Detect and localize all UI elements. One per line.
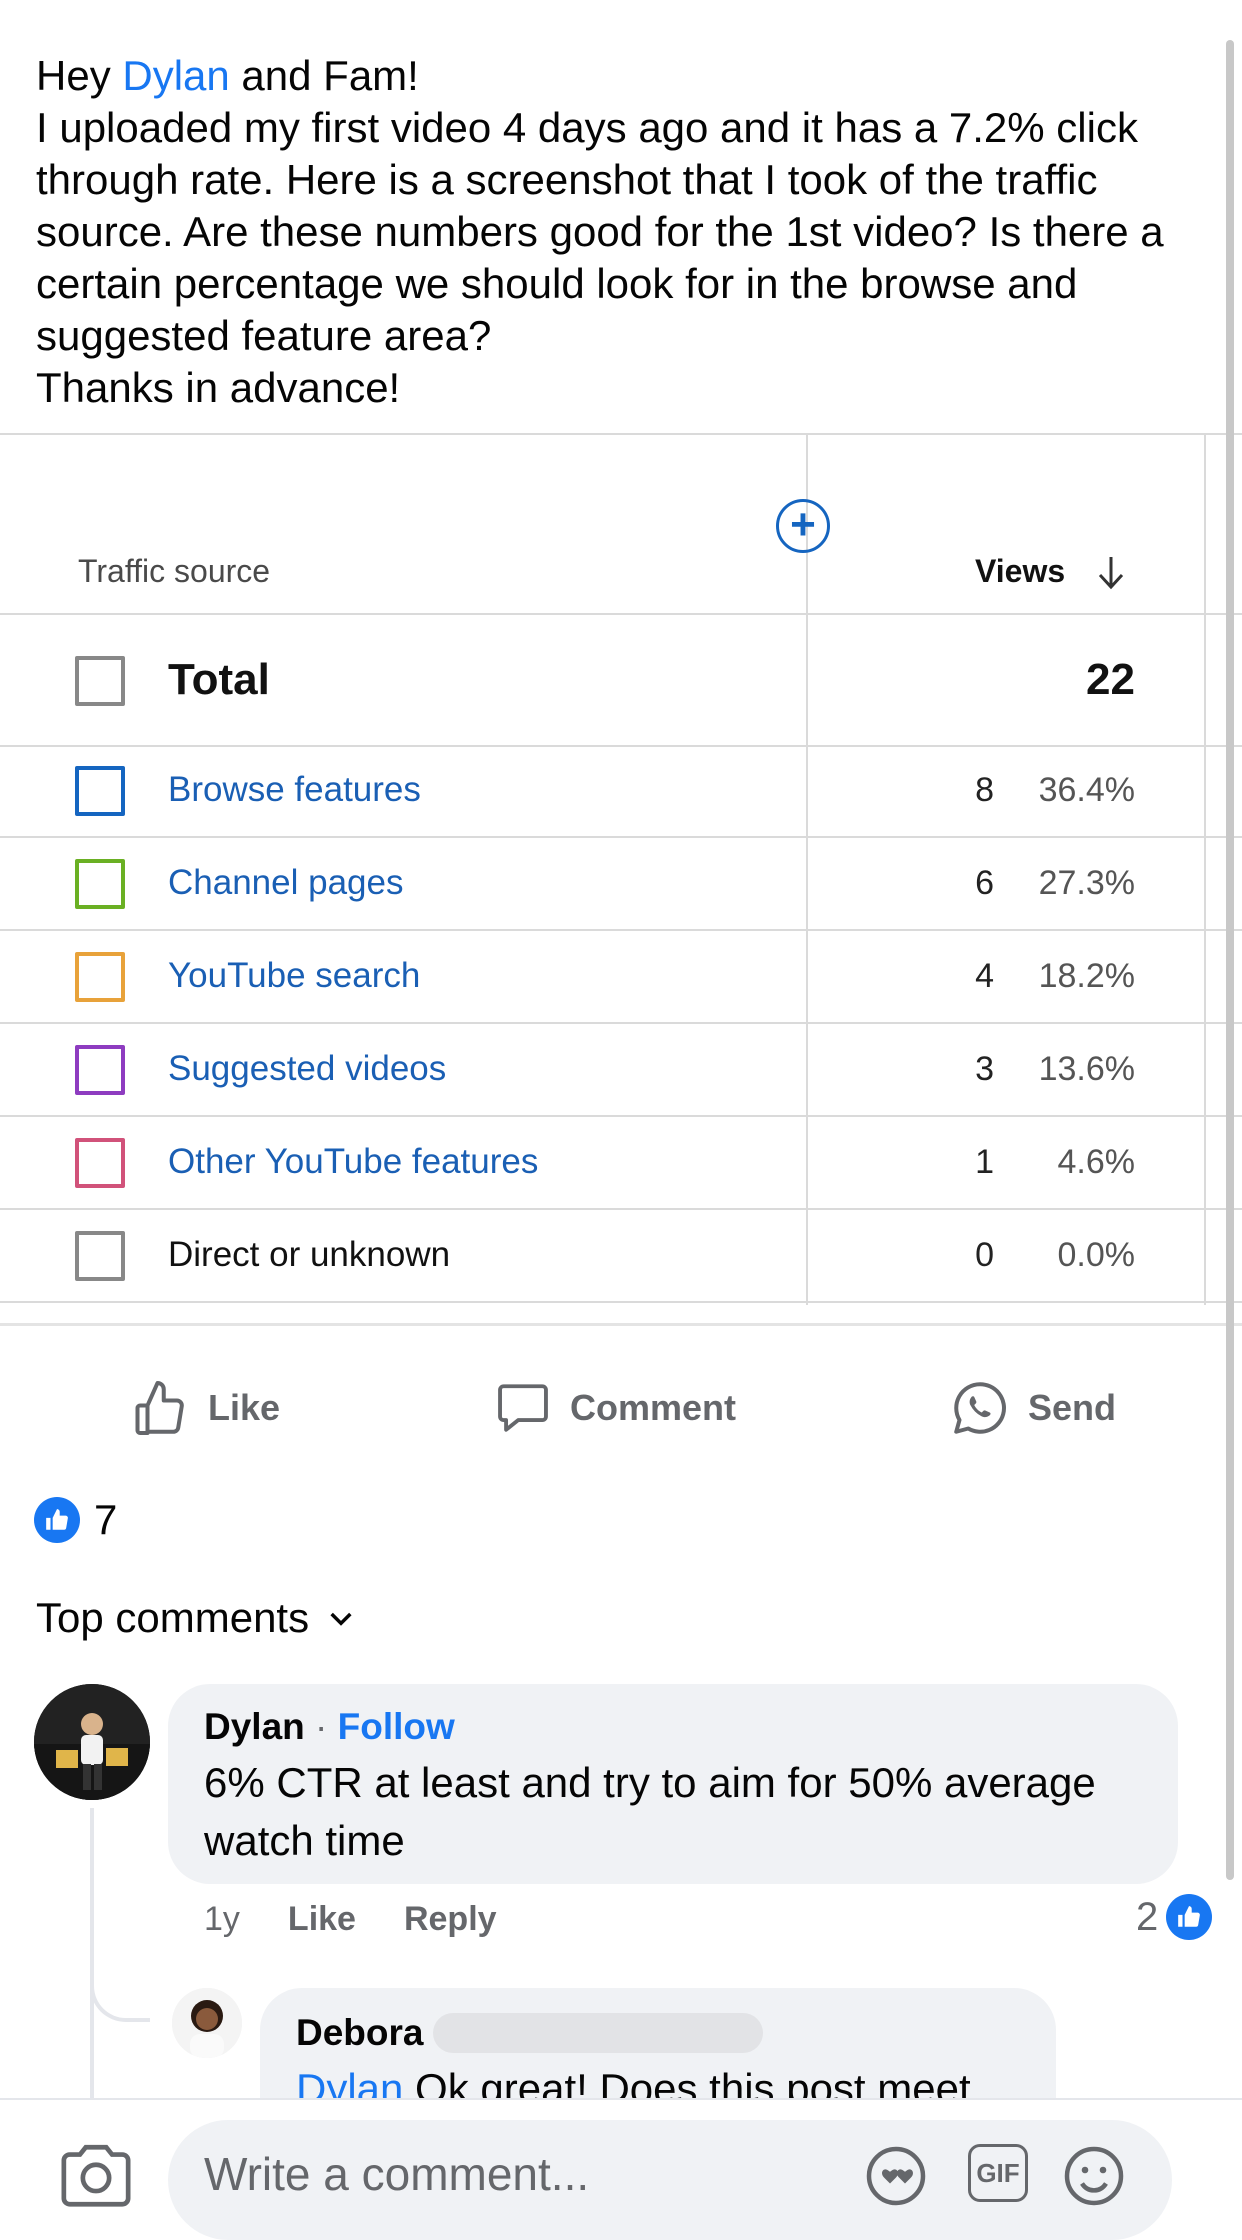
like-button[interactable]: Like <box>130 1378 280 1438</box>
comment-composer: Write a comment... GIF <box>0 2098 1242 2240</box>
avatar[interactable] <box>172 1988 242 2058</box>
comment-bubble-icon <box>498 1384 548 1432</box>
checkbox <box>75 1138 125 1188</box>
comment-sort-dropdown[interactable]: Top comments <box>36 1594 357 1642</box>
divider <box>0 1323 1242 1326</box>
comment-placeholder: Write a comment... <box>204 2148 590 2200</box>
reaction-summary[interactable]: 7 <box>34 1496 117 1544</box>
comment-header: Debora <box>296 2012 764 2054</box>
table-row: Browse features 8 36.4% <box>0 745 1242 838</box>
table-row: Channel pages 6 27.3% <box>0 838 1242 931</box>
table-row: Other YouTube features 1 4.6% <box>0 1117 1242 1210</box>
traffic-source-label: Direct or unknown <box>168 1235 451 1274</box>
top-comments-label: Top comments <box>36 1594 310 1641</box>
checkbox <box>75 1045 125 1095</box>
total-value: 22 <box>1086 655 1135 704</box>
views-value: 0 <box>975 1236 994 1274</box>
table-row-total: Total 22 <box>0 613 1242 745</box>
comment-author[interactable]: Debora <box>296 2012 423 2054</box>
chevron-down-icon <box>330 1612 352 1626</box>
post-text: Hey Dylan and Fam! I uploaded my first v… <box>36 50 1216 414</box>
comment-reaction-count: 2 <box>1136 1894 1159 1939</box>
comment-header: Dylan · Follow <box>204 1706 455 1747</box>
like-reaction-icon <box>34 1497 80 1543</box>
comment-button[interactable]: Comment <box>494 1378 736 1438</box>
redacted-name <box>433 2013 764 2053</box>
views-value: 8 <box>975 771 994 809</box>
table-row: Direct or unknown 0 0.0% <box>0 1210 1242 1303</box>
comment-reply-button[interactable]: Reply <box>404 1900 497 1939</box>
checkbox <box>75 1231 125 1281</box>
reply-connector <box>90 1950 150 2022</box>
comment-text: 6% CTR at least and try to aim for 50% a… <box>204 1759 1096 1864</box>
table-row: Suggested videos 3 13.6% <box>0 1024 1242 1117</box>
comment-input[interactable]: Write a comment... GIF <box>168 2120 1172 2240</box>
traffic-source-label: Browse features <box>168 770 421 809</box>
add-column-icon: + <box>776 499 830 553</box>
greeting-prefix: Hey <box>36 52 123 99</box>
camera-icon[interactable] <box>58 2142 134 2208</box>
thumbs-up-icon <box>135 1381 184 1435</box>
header-views: Views <box>975 553 1066 589</box>
like-reaction-icon <box>1166 1894 1213 1940</box>
post-body: I uploaded my first video 4 days ago and… <box>36 104 1164 359</box>
percent-value: 0.0% <box>1057 1236 1136 1274</box>
scrollbar[interactable] <box>1226 40 1234 1880</box>
whatsapp-icon <box>954 1382 1006 1434</box>
traffic-source-screenshot[interactable]: Traffic source + Views Total 22 Browse f… <box>0 433 1242 1326</box>
checkbox <box>75 952 125 1002</box>
total-label: Total <box>168 655 270 704</box>
divider <box>0 433 1242 435</box>
percent-value: 18.2% <box>1038 957 1135 995</box>
sort-down-icon <box>1098 557 1124 590</box>
reaction-count: 7 <box>94 1496 118 1543</box>
comment-label: Comment <box>570 1387 737 1428</box>
traffic-source-label: Channel pages <box>168 863 404 902</box>
comment-author[interactable]: Dylan <box>204 1706 305 1747</box>
traffic-source-label: YouTube search <box>168 956 421 995</box>
views-value: 6 <box>975 864 994 902</box>
cropped-header-hint <box>650 0 1030 4</box>
percent-value: 13.6% <box>1038 1050 1135 1088</box>
traffic-source-label: Suggested videos <box>168 1049 447 1088</box>
follow-button[interactable]: Follow <box>338 1706 455 1747</box>
traffic-source-label: Other YouTube features <box>168 1142 539 1181</box>
percent-value: 36.4% <box>1038 771 1135 809</box>
checkbox <box>75 766 125 816</box>
post-signoff: Thanks in advance! <box>36 364 401 411</box>
header-traffic-source: Traffic source <box>78 553 271 589</box>
avatar-sticker-icon[interactable] <box>860 2140 932 2212</box>
comment-time: 1y <box>204 1900 240 1938</box>
emoji-icon[interactable] <box>1058 2140 1130 2212</box>
divider <box>0 1301 1242 1303</box>
send-button[interactable]: Send <box>950 1378 1116 1438</box>
checkbox <box>75 859 125 909</box>
table-row: YouTube search 4 18.2% <box>0 931 1242 1024</box>
mention-link[interactable]: Dylan <box>122 52 229 99</box>
views-value: 3 <box>975 1050 994 1088</box>
percent-value: 4.6% <box>1057 1143 1136 1181</box>
like-label: Like <box>208 1387 281 1428</box>
percent-value: 27.3% <box>1038 864 1135 902</box>
checkbox <box>75 656 125 706</box>
greeting-suffix: and Fam! <box>229 52 419 99</box>
gif-icon[interactable]: GIF <box>968 2144 1028 2202</box>
comment-meta: 1y Like Reply <box>204 1900 497 1939</box>
views-value: 1 <box>975 1143 994 1181</box>
views-value: 4 <box>975 957 994 995</box>
comment-like-button[interactable]: Like <box>288 1900 356 1939</box>
avatar[interactable] <box>34 1684 150 1800</box>
comment-reactions[interactable]: 2 <box>1136 1894 1213 1940</box>
comment-bubble: Dylan · Follow 6% CTR at least and try t… <box>168 1684 1178 1884</box>
send-label: Send <box>1028 1387 1117 1428</box>
